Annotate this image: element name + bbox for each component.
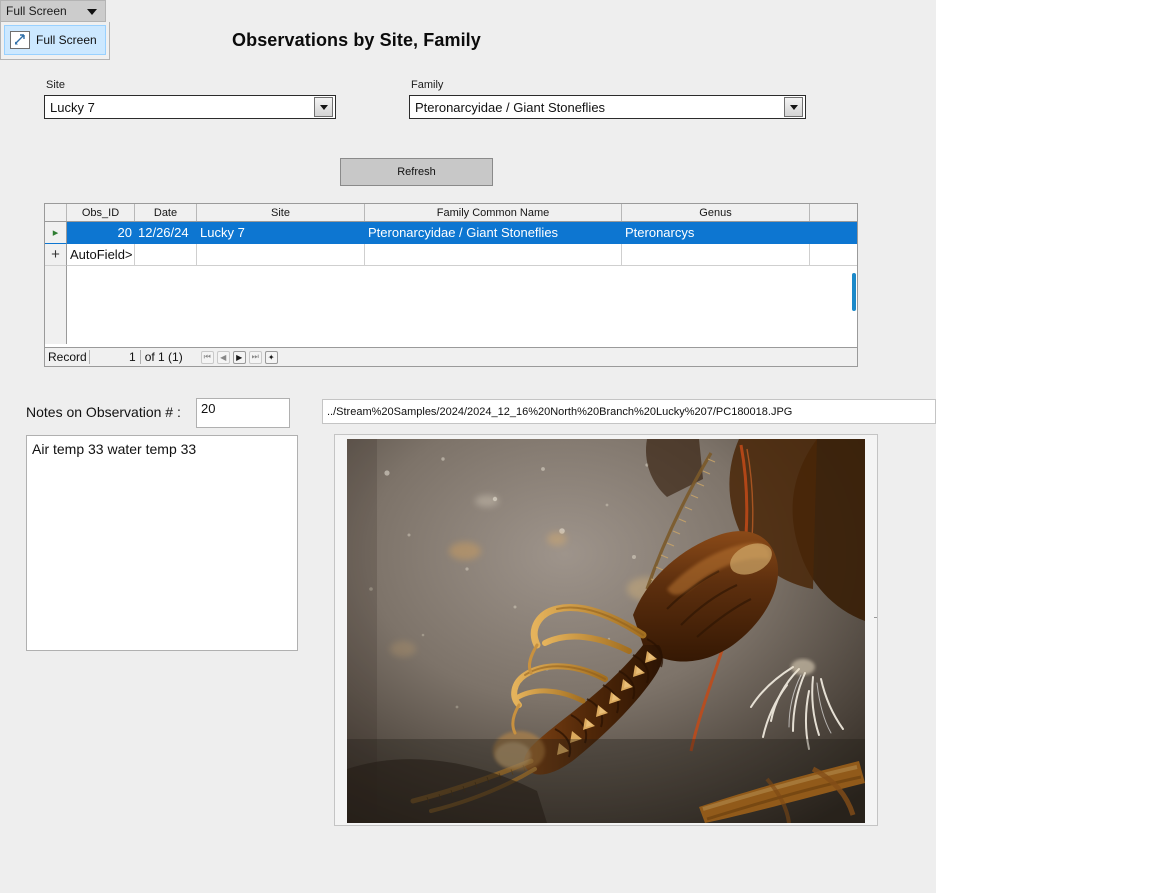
record-nav-buttons: ⏮ ◀ ▶ ⏭ ✦ [200,350,278,364]
grid-header-genus[interactable]: Genus [622,204,810,221]
grid-vertical-scrollbar[interactable] [851,223,857,351]
grid-header-site[interactable]: Site [197,204,365,221]
previous-record-button[interactable]: ◀ [216,350,230,364]
record-number-input[interactable]: 1 [88,350,141,364]
panel-edge-tick [874,617,877,618]
first-record-button[interactable]: ⏮ [200,350,214,364]
cell-family-common-name-new[interactable] [365,244,622,266]
fullscreen-dropdown-panel: Full Screen [0,22,110,60]
fullscreen-combo-value: Full Screen [6,4,67,18]
cell-date[interactable]: 12/26/24 [135,222,197,244]
chevron-down-icon [319,104,328,110]
chevron-down-icon [789,104,798,110]
cell-extra-new[interactable] [810,244,857,266]
observations-grid[interactable]: Obs_ID Date Site Family Common Name Genu… [44,203,858,367]
grid-header-indicator[interactable] [45,204,67,221]
grid-scrollbar-thumb[interactable] [852,273,856,311]
image-path-input[interactable]: ../Stream%20Samples/2024/2024_12_16%20No… [322,399,936,424]
cell-extra[interactable] [810,222,857,244]
new-row-indicator[interactable]: + [45,244,67,266]
cell-genus-new[interactable] [622,244,810,266]
fullscreen-menu-item[interactable]: Full Screen [4,25,106,55]
grid-header-date[interactable]: Date [135,204,197,221]
grid-empty-area [45,266,857,344]
last-record-button[interactable]: ⏭ [248,350,262,364]
page-title: Observations by Site, Family [232,30,481,50]
stonefly-nymph-macro-photo [347,439,865,823]
table-row-new[interactable]: + AutoField> [45,244,857,266]
cell-site[interactable]: Lucky 7 [197,222,365,244]
observation-number-input[interactable]: 20 [196,398,290,428]
record-count-label: of 1 (1) [144,350,183,364]
grid-header-row: Obs_ID Date Site Family Common Name Genu… [45,204,857,222]
grid-header-extra[interactable] [810,204,857,221]
cell-family-common-name[interactable]: Pteronarcyidae / Giant Stoneflies [365,222,622,244]
family-dropdown-button[interactable] [784,97,803,117]
cell-obs-id[interactable]: 20 [67,222,135,244]
refresh-button[interactable]: Refresh [340,158,493,186]
site-combo[interactable]: Lucky 7 [44,95,336,119]
next-record-button[interactable]: ▶ [232,350,246,364]
site-label: Site [46,79,65,91]
cell-site-new[interactable] [197,244,365,266]
cell-genus[interactable]: Pteronarcys [622,222,810,244]
cell-obs-id-new[interactable]: AutoField> [67,244,135,266]
notes-label: Notes on Observation # : [26,404,181,420]
grid-header-family-common-name[interactable]: Family Common Name [365,204,622,221]
family-label: Family [411,79,444,91]
new-record-button[interactable]: ✦ [264,350,278,364]
row-indicator: ▸ [45,222,67,244]
site-combo-value: Lucky 7 [50,99,95,115]
site-dropdown-button[interactable] [314,97,333,117]
record-label: Record [48,350,87,364]
fullscreen-menu-item-label: Full Screen [36,33,97,47]
specimen-image-panel[interactable] [334,434,878,826]
notes-textarea[interactable]: Air temp 33 water temp 33 [26,435,298,651]
family-combo-value: Pteronarcyidae / Giant Stoneflies [415,99,606,115]
family-combo[interactable]: Pteronarcyidae / Giant Stoneflies [409,95,806,119]
table-row[interactable]: ▸ 20 12/26/24 Lucky 7 Pteronarcyidae / G… [45,222,857,244]
fullscreen-arrow-icon [10,31,30,49]
fullscreen-mode-combo[interactable]: Full Screen [0,0,106,22]
chevron-down-icon [87,9,97,15]
grid-header-obs-id[interactable]: Obs_ID [67,204,135,221]
grid-empty-rowheader [45,266,67,344]
cell-date-new[interactable] [135,244,197,266]
record-navigator: Record 1 of 1 (1) ⏮ ◀ ▶ ⏭ ✦ [45,347,857,366]
